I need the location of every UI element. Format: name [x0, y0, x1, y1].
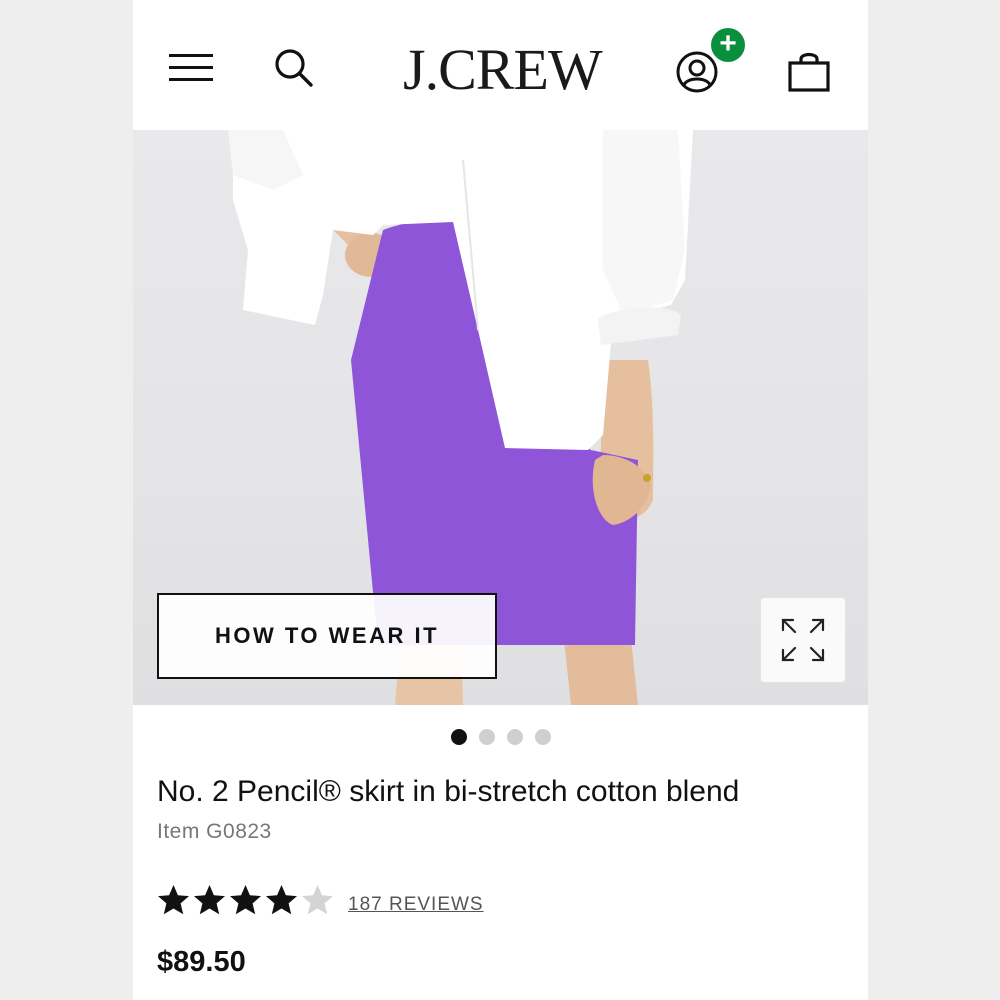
star-filled-icon	[230, 885, 261, 915]
product-price: $89.50	[157, 946, 246, 978]
product-title: No. 2 Pencil® skirt in bi-stretch cotton…	[157, 775, 740, 808]
star-filled-icon	[266, 885, 297, 915]
how-to-wear-button[interactable]: HOW TO WEAR IT	[157, 593, 497, 679]
carousel-dot[interactable]	[478, 729, 495, 745]
account-add-badge[interactable]: +	[711, 28, 745, 62]
menu-icon[interactable]	[169, 52, 215, 89]
site-header: J.CREW +	[133, 0, 868, 130]
product-page: J.CREW + HOW TO WEAR IT No. 2 Pencil® sk…	[133, 0, 868, 1000]
carousel-dot[interactable]	[534, 729, 551, 745]
right-backdrop	[868, 0, 1000, 1000]
product-image[interactable]: HOW TO WEAR IT	[133, 130, 868, 705]
star-empty-icon	[302, 885, 333, 915]
carousel-dot[interactable]	[450, 729, 467, 745]
star-filled-icon	[158, 885, 189, 915]
carousel-dot[interactable]	[506, 729, 523, 745]
star-filled-icon	[194, 885, 225, 915]
carousel-dots	[133, 729, 868, 745]
shopping-bag-icon[interactable]	[787, 50, 831, 99]
rating-stars[interactable]	[157, 884, 334, 917]
brand-logo[interactable]: J.CREW	[403, 38, 603, 102]
expand-icon	[781, 618, 825, 662]
reviews-link[interactable]: 187 REVIEWS	[348, 894, 484, 916]
item-number: Item G0823	[157, 820, 272, 843]
account-icon[interactable]	[675, 50, 719, 99]
expand-image-button[interactable]	[760, 597, 846, 683]
left-backdrop	[0, 0, 133, 1000]
search-icon[interactable]	[273, 47, 315, 94]
